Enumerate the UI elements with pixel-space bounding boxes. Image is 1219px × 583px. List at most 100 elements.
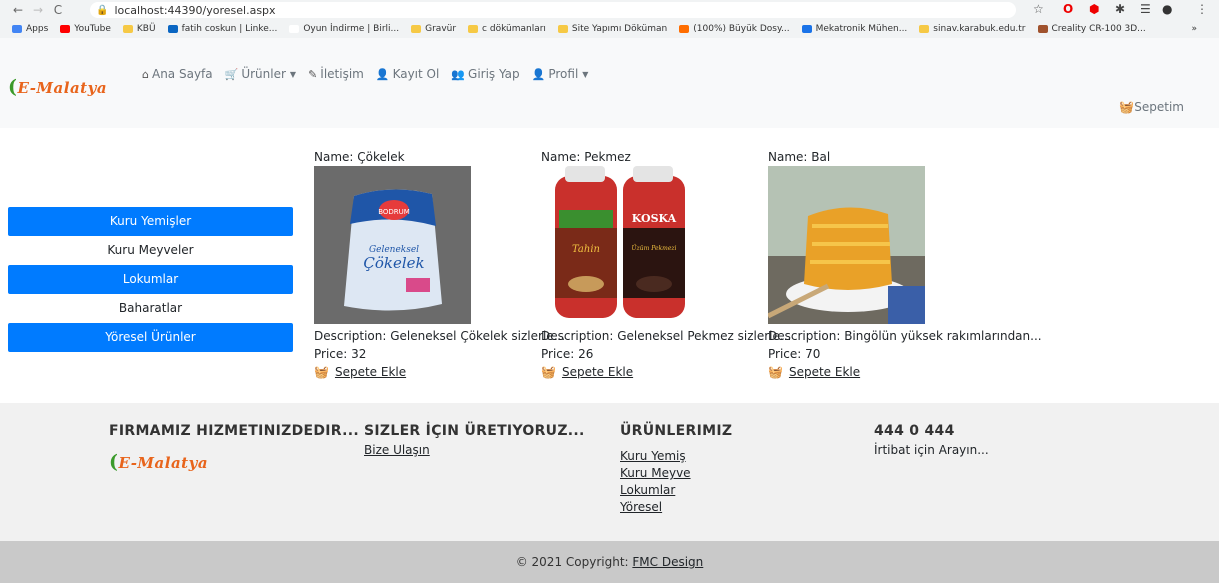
footer-product-link[interactable]: Lokumlar bbox=[620, 483, 732, 497]
nav-item-0[interactable]: ⌂ Ana Sayfa bbox=[142, 67, 213, 81]
nav-item-1[interactable]: 🛒 Ürünler ▼ bbox=[225, 67, 296, 81]
add-to-cart-link[interactable]: Sepete Ekle bbox=[562, 365, 633, 379]
sidebar-item-4[interactable]: Yöresel Ürünler bbox=[8, 323, 293, 352]
category-sidebar: Kuru Yemişler Kuru Meyveler Lokumlar Bahara… bbox=[8, 207, 293, 352]
basket-icon: 🧺 bbox=[768, 365, 783, 379]
basket-icon: 🧺 bbox=[541, 365, 556, 379]
bookmark-item[interactable]: sinav.karabuk.edu.tr bbox=[919, 24, 1026, 34]
nav-item-5[interactable]: 👤 Profil ▼ bbox=[532, 67, 589, 81]
footer-col-produce: SIZLER İÇIN ÜRETIYORUZ... Bize Ulaşın bbox=[364, 423, 585, 460]
caret-down-icon: ▼ bbox=[289, 69, 297, 79]
browser-menu-icon[interactable]: ⋮ bbox=[1196, 2, 1208, 16]
nav-item-label: Ürünler bbox=[241, 67, 286, 81]
main-menu: ⌂ Ana Sayfa 🛒 Ürünler ▼ ✎ İletişim 👤 Kayıt Ol 👥 Gi… bbox=[142, 67, 600, 81]
footer-col-company: FIRMAMIZ HIZMETINIZDEDIR... (E-Malatya bbox=[109, 423, 359, 473]
product-image-text: Çökelek bbox=[363, 254, 424, 272]
product-image-pekmez[interactable]: Tahin KOSKA Üzüm Pekmezi bbox=[541, 166, 698, 324]
bookmark-label: Mekatronik Mühen... bbox=[815, 24, 908, 34]
home-icon: ⌂ bbox=[142, 67, 149, 81]
footer-product-link[interactable]: Kuru Yemiş bbox=[620, 449, 732, 463]
site-logo[interactable]: (E-Malatya bbox=[8, 76, 107, 98]
address-bar[interactable]: 🔒 localhost:44390/yoresel.aspx bbox=[90, 2, 1016, 18]
bookmark-item[interactable]: Apps bbox=[12, 24, 48, 34]
basket-icon: 🧺 bbox=[314, 365, 329, 379]
nav-item-3[interactable]: 👤 Kayıt Ol bbox=[376, 67, 439, 81]
extensions-icon[interactable]: ✱ bbox=[1115, 2, 1125, 16]
bookmark-item[interactable]: fatih coskun | Linke... bbox=[167, 24, 278, 34]
bookmark-label: fatih coskun | Linke... bbox=[181, 24, 278, 34]
bookmark-item[interactable]: Site Yapımı Döküman bbox=[557, 24, 668, 34]
footer-heading: FIRMAMIZ HIZMETINIZDEDIR... bbox=[109, 423, 360, 439]
product-price: Price: 70 bbox=[768, 347, 821, 361]
bookmark-icon bbox=[468, 25, 479, 33]
add-to-cart-link[interactable]: Sepete Ekle bbox=[789, 365, 860, 379]
star-icon[interactable]: ☆ bbox=[1033, 2, 1044, 16]
nav-item-4[interactable]: 👥 Giriş Yap bbox=[451, 67, 519, 81]
cart-icon: 🛒 bbox=[224, 67, 239, 81]
caret-down-icon: ▼ bbox=[582, 69, 589, 79]
bookmarks-more-icon[interactable]: » bbox=[1191, 24, 1197, 34]
product-name: Name: Bal bbox=[768, 150, 831, 164]
basket-icon: 🧺 bbox=[1119, 100, 1135, 114]
copyright-text: © 2021 Copyright: bbox=[515, 555, 633, 569]
product-name: Name: Çökelek bbox=[314, 150, 405, 164]
bookmark-icon bbox=[289, 25, 300, 33]
bookmark-item[interactable]: Gravür bbox=[411, 24, 456, 34]
sidebar-item-3[interactable]: Baharatlar bbox=[8, 294, 293, 323]
cart-label: Sepetim bbox=[1134, 100, 1184, 114]
footer-product-link[interactable]: Yöresel bbox=[620, 500, 732, 514]
product-price: Price: 32 bbox=[314, 347, 367, 361]
users-icon: 👥 bbox=[451, 67, 466, 81]
bookmark-item[interactable]: (100%) Büyük Dosy... bbox=[679, 24, 790, 34]
product-description: Description: Bingölün yüksek rakımlarınd… bbox=[768, 329, 1042, 343]
opera-icon[interactable]: O bbox=[1063, 2, 1073, 16]
footer-logo[interactable]: (E-Malatya bbox=[109, 451, 359, 473]
nav-item-label: İletişim bbox=[320, 67, 364, 81]
profile-avatar-icon[interactable]: ● bbox=[1162, 2, 1172, 16]
product-image-cokelek[interactable]: BODRUM Geleneksel Çökelek bbox=[314, 166, 471, 324]
sidebar-item-1[interactable]: Kuru Meyveler bbox=[8, 236, 293, 265]
bookmark-icon bbox=[679, 25, 690, 33]
bookmark-icon bbox=[919, 25, 930, 33]
cart-link[interactable]: 🧺Sepetim bbox=[1119, 100, 1184, 114]
add-to-cart-pekmez[interactable]: 🧺 Sepete Ekle bbox=[541, 365, 791, 379]
reload-icon[interactable]: C bbox=[48, 3, 68, 17]
bookmark-item[interactable]: Mekatronik Mühen... bbox=[801, 24, 908, 34]
sidebar-item-0[interactable]: Kuru Yemişler bbox=[8, 207, 293, 236]
bookmarks-bar: Apps YouTube KBÜ fatih coskun | Linke... Oyu… bbox=[0, 20, 1219, 39]
add-to-cart-cokelek[interactable]: 🧺 Sepete Ekle bbox=[314, 365, 565, 379]
bookmark-icon bbox=[557, 25, 568, 33]
site-footer: FIRMAMIZ HIZMETINIZDEDIR... (E-Malatya S… bbox=[0, 403, 1219, 541]
sidebar-item-2[interactable]: Lokumlar bbox=[8, 265, 293, 294]
footer-product-link[interactable]: Kuru Meyve bbox=[620, 466, 732, 480]
footer-heading: ÜRÜNLERIMIZ bbox=[620, 423, 733, 439]
nav-item-label: Giriş Yap bbox=[468, 67, 520, 81]
nav-item-2[interactable]: ✎ İletişim bbox=[308, 67, 364, 81]
contact-us-link[interactable]: Bize Ulaşın bbox=[364, 443, 585, 457]
bookmark-item[interactable]: Creality CR-100 3D... bbox=[1037, 24, 1146, 34]
bookmark-item[interactable]: YouTube bbox=[60, 24, 111, 34]
forward-icon[interactable]: → bbox=[28, 3, 48, 17]
bookmark-label: KBÜ bbox=[136, 24, 156, 34]
copyright-link[interactable]: FMC Design bbox=[632, 555, 703, 569]
adblock-icon[interactable]: ⬢ bbox=[1089, 2, 1099, 16]
bookmark-item[interactable]: KBÜ bbox=[122, 24, 156, 34]
back-icon[interactable]: ← bbox=[8, 3, 28, 17]
bookmark-label: Apps bbox=[26, 24, 49, 34]
site-navbar: (E-Malatya ⌂ Ana Sayfa 🛒 Ürünler ▼ ✎ İletişim 👤… bbox=[0, 38, 1219, 128]
add-to-cart-bal[interactable]: 🧺 Sepete Ekle bbox=[768, 365, 1042, 379]
reading-list-icon[interactable]: ☰ bbox=[1140, 2, 1151, 16]
footer-col-products: ÜRÜNLERIMIZ Kuru Yemiş Kuru Meyve Lokumlar… bbox=[620, 423, 732, 517]
product-image-bal[interactable] bbox=[768, 166, 925, 324]
product-card-bal: Name: Bal Description: Bingölün yüksek r… bbox=[768, 150, 1042, 379]
bookmark-item[interactable]: c dökümanları bbox=[468, 24, 546, 34]
bookmark-item[interactable]: Oyun İndirme | Birli... bbox=[289, 24, 399, 34]
product-price: Price: 26 bbox=[541, 347, 594, 361]
bookmark-label: Site Yapımı Döküman bbox=[571, 24, 668, 34]
add-to-cart-link[interactable]: Sepete Ekle bbox=[335, 365, 406, 379]
product-description: Description: Geleneksel Çökelek sizlerle… bbox=[314, 329, 566, 343]
product-image-text: Tahin bbox=[572, 244, 600, 255]
footer-col-phone: 444 0 444 İrtibat için Arayın... bbox=[874, 423, 989, 457]
footer-phone-text: İrtibat için Arayın... bbox=[874, 443, 989, 457]
bookmark-label: YouTube bbox=[74, 24, 111, 34]
